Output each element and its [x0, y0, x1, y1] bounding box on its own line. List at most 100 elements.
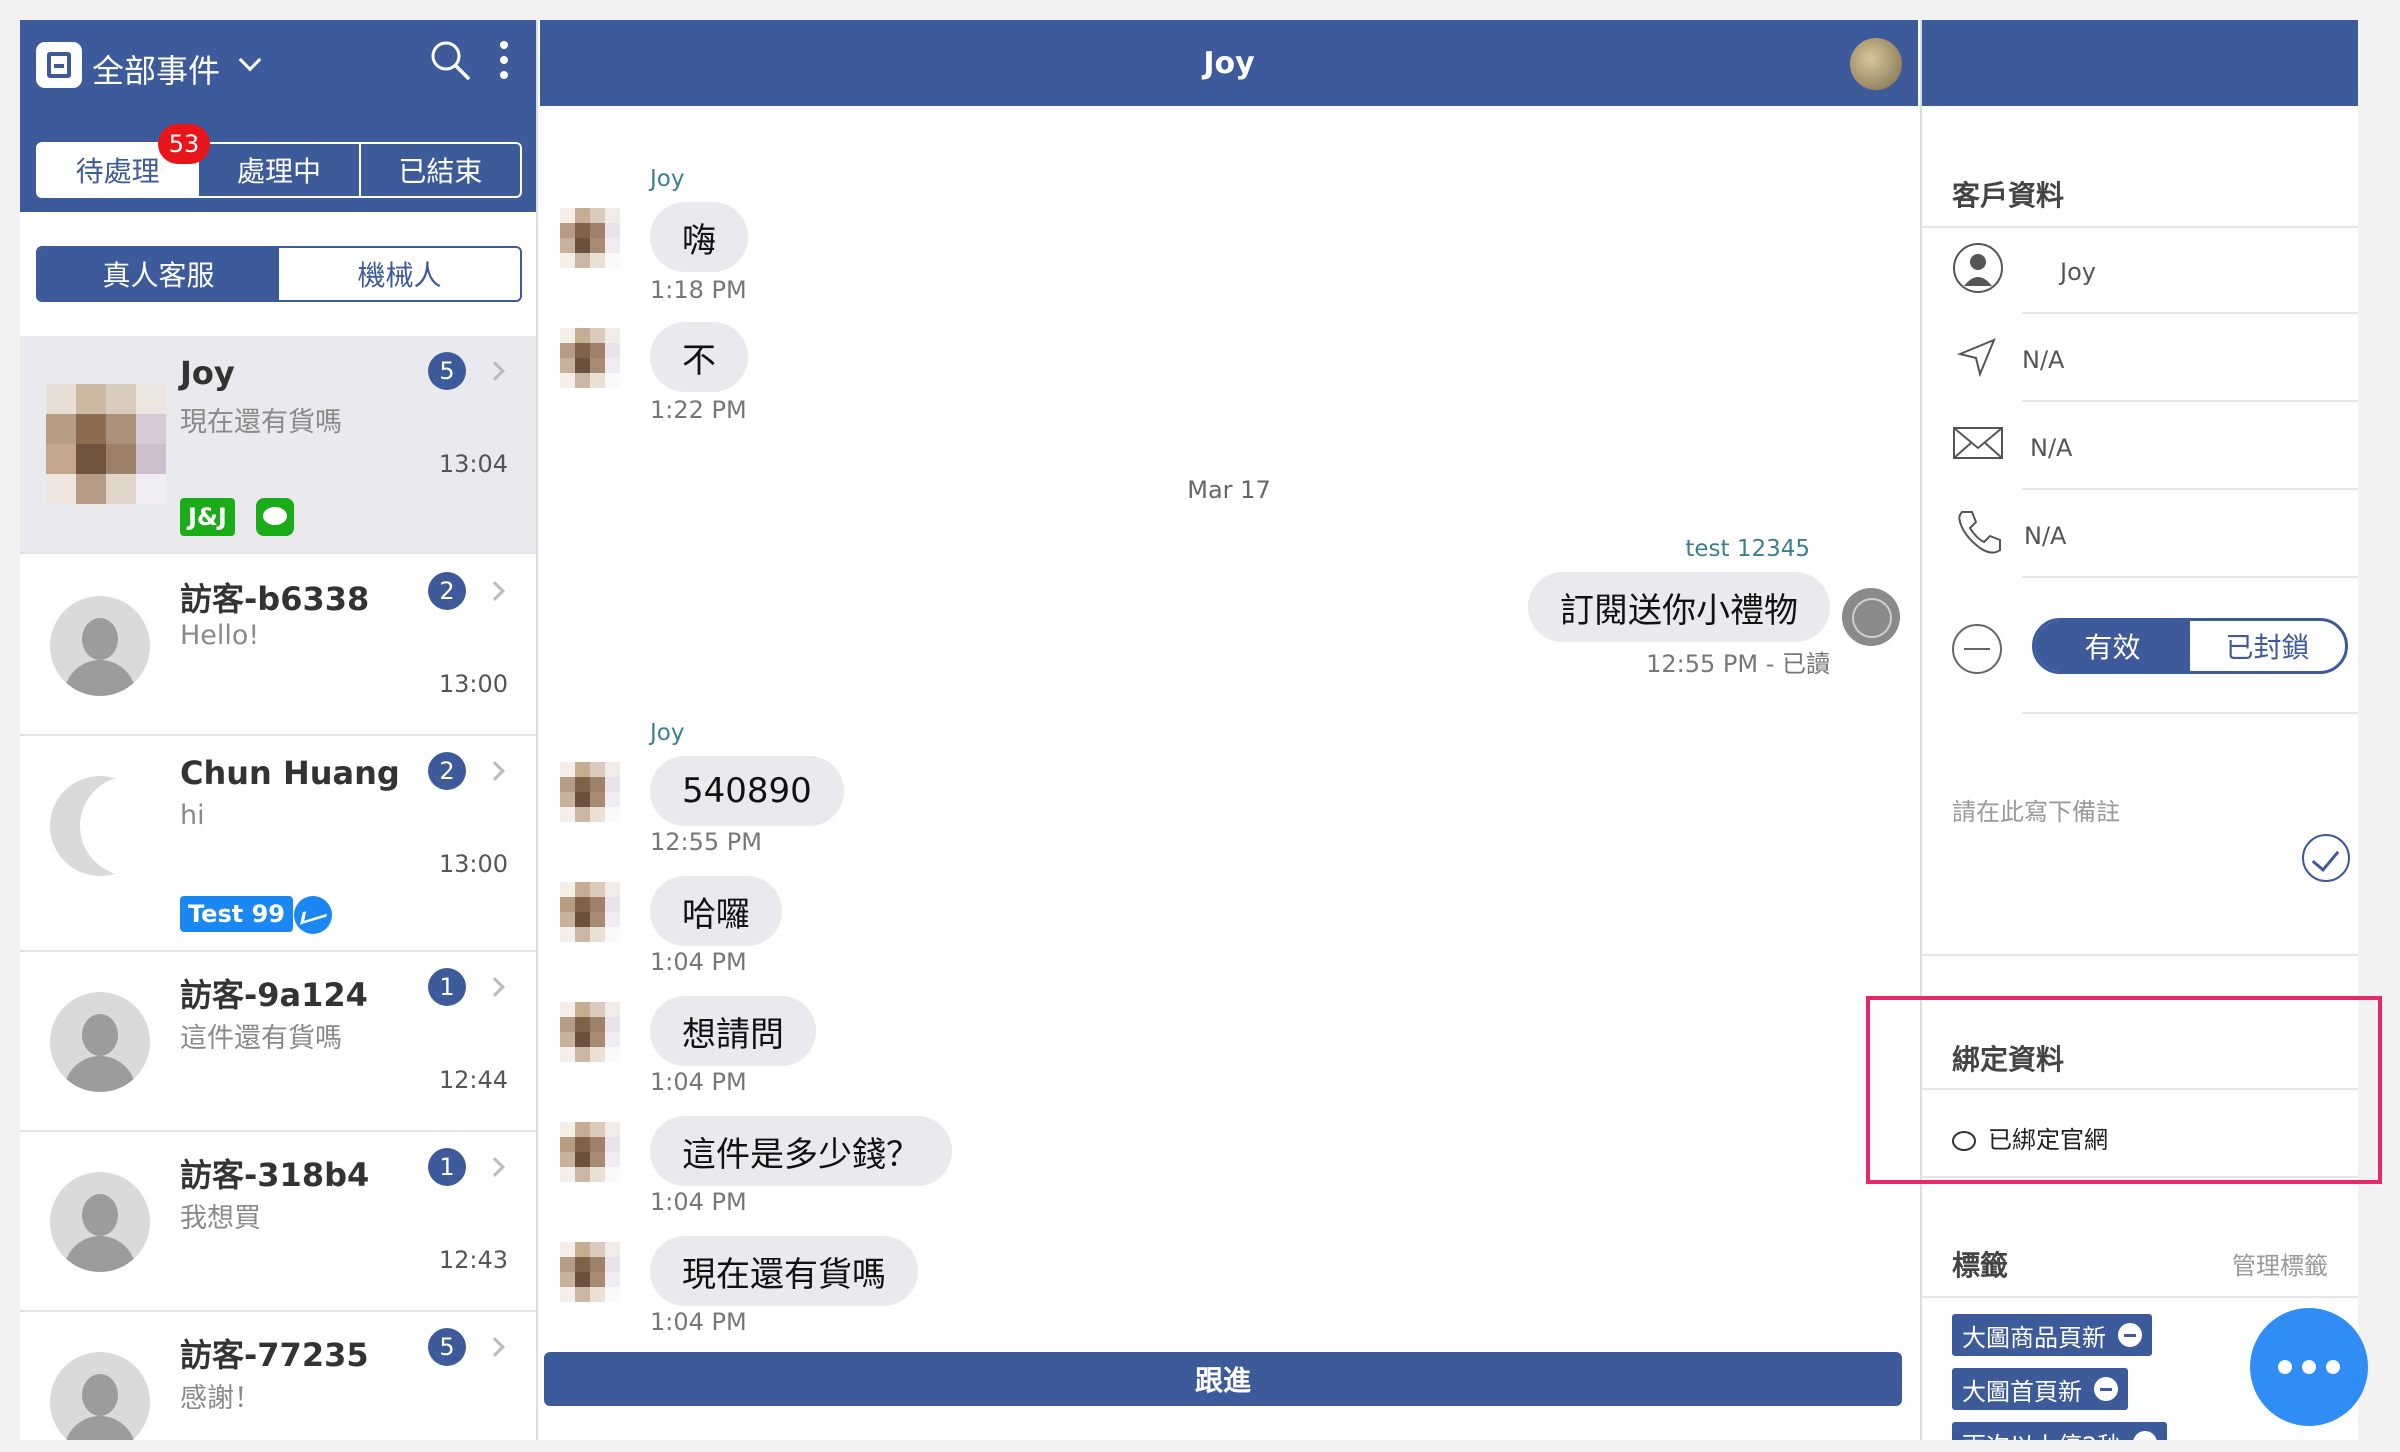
tab-closed[interactable]: 已結束 [361, 144, 520, 196]
message-time: 1:04 PM [650, 1308, 747, 1336]
conversation-time: 13:04 [438, 450, 508, 478]
status-tabs: 待處理 處理中 已結束 [36, 142, 522, 198]
block-minus-icon[interactable] [1952, 624, 2002, 674]
message-time: 1:04 PM [650, 948, 747, 976]
tag-chip: 兩次以上停2秒 [1952, 1422, 2168, 1440]
more-options-icon[interactable] [498, 38, 510, 84]
message-time: 1:04 PM [650, 1068, 747, 1096]
message-list[interactable]: Joy 嗨 1:18 PM 不 1:22 PM Mar 17 test 1234… [540, 106, 1918, 1352]
avatar [560, 1122, 620, 1182]
tags-title: 標籤 [1952, 1249, 2009, 1282]
toggle-blocked[interactable]: 已封鎖 [2190, 621, 2345, 671]
conversation-sidebar: 全部事件 待處理 處理中 已結束 53 真人客服 機械人 Joy 現在還有貨嗎 … [20, 20, 538, 1440]
avatar [560, 762, 620, 822]
sidebar-header: 全部事件 待處理 處理中 已結束 53 [20, 20, 536, 212]
conversation-preview: 感謝！ [180, 1383, 261, 1414]
message-bubble: 嗨 [650, 202, 748, 272]
message-bubble: 540890 [650, 756, 844, 826]
avatar [560, 328, 620, 388]
conversation-item[interactable]: 訪客-b6338 Hello! 13:00 2 [20, 556, 536, 736]
conversation-name: 訪客-77235 [180, 1336, 369, 1374]
unread-count: 2 [428, 752, 466, 790]
chevron-right-icon [485, 361, 505, 381]
chevron-right-icon [485, 1337, 505, 1357]
channel-tag: Test 99 [180, 896, 293, 932]
mail-icon [1953, 427, 2003, 459]
date-separator: Mar 17 [1187, 476, 1271, 504]
chat-widget-button[interactable] [2250, 1308, 2368, 1426]
avatar [50, 1172, 150, 1272]
app-window: 全部事件 待處理 處理中 已結束 53 真人客服 機械人 Joy 現在還有貨嗎 … [20, 20, 2358, 1440]
customer-name: Joy [2060, 258, 2096, 286]
pending-count-badge: 53 [158, 124, 210, 164]
chat-title: Joy [1203, 45, 1255, 81]
customer-email-row: N/A [1952, 404, 2358, 490]
remove-tag-icon[interactable] [2094, 1377, 2118, 1401]
inbox-logo-icon [36, 42, 82, 88]
customer-panel: 客戶資料 Joy N/A N/A N/A 有效 已封鎖 請在此寫下備註 綁定資料… [1920, 20, 2358, 1440]
message-time: 12:55 PM - 已讀 [1646, 650, 1830, 678]
message-bubble: 想請問 [650, 996, 816, 1066]
remove-tag-icon[interactable] [2118, 1323, 2142, 1347]
conversation-preview: 現在還有貨嗎 [180, 407, 342, 438]
message-bubble: 不 [650, 322, 748, 392]
tab-human-agent[interactable]: 真人客服 [38, 248, 279, 300]
avatar [50, 596, 150, 696]
message-time: 12:55 PM [650, 828, 762, 856]
message-time: 1:18 PM [650, 276, 747, 304]
note-placeholder[interactable]: 請在此寫下備註 [1952, 792, 2120, 827]
phone-icon [1958, 511, 2001, 554]
avatar [50, 992, 150, 1092]
avatar [560, 208, 620, 268]
search-icon[interactable] [428, 38, 472, 82]
customer-phone-row: N/A [1952, 492, 2358, 578]
message-time: 1:04 PM [650, 1188, 747, 1216]
message-sender: Joy [650, 720, 685, 746]
chevron-down-icon[interactable] [238, 48, 262, 72]
customer-name-row: Joy [1952, 228, 2358, 314]
line-icon [256, 498, 294, 536]
unread-count: 2 [428, 572, 466, 610]
message-sender: Joy [650, 166, 685, 192]
tag-label: 大圖商品頁新 [1962, 1323, 2106, 1352]
manage-tags-link[interactable]: 管理標籤 [2232, 1246, 2328, 1281]
save-note-check-icon[interactable] [2302, 834, 2350, 882]
unread-count: 1 [428, 1148, 466, 1186]
avatar [46, 384, 166, 504]
user-icon [1953, 243, 2003, 293]
customer-panel-header [1922, 20, 2358, 106]
customer-phone: N/A [2024, 522, 2067, 550]
avatar [50, 776, 150, 876]
bot-avatar [1842, 588, 1900, 646]
message-bubble: 這件是多少錢？ [650, 1116, 952, 1186]
chevron-right-icon [485, 581, 505, 601]
conversation-item[interactable]: Chun Huang hi 13:00 2 Test 99 [20, 736, 536, 952]
chevron-right-icon [485, 977, 505, 997]
message-bubble: 現在還有貨嗎 [650, 1236, 918, 1306]
conversation-item[interactable]: 訪客-318b4 我想買 12:43 1 [20, 1132, 536, 1312]
avatar [50, 1352, 150, 1440]
message-time: 1:22 PM [650, 396, 747, 424]
follow-up-button[interactable]: 跟進 [544, 1352, 1902, 1406]
conversation-time: 12:44 [438, 1066, 508, 1094]
avatar[interactable] [1850, 38, 1902, 90]
conversation-item[interactable]: 訪客-9a124 這件還有貨嗎 12:44 1 [20, 952, 536, 1132]
tab-bot[interactable]: 機械人 [279, 248, 520, 300]
tab-processing[interactable]: 處理中 [199, 144, 361, 196]
conversation-item[interactable]: Joy 現在還有貨嗎 13:04 5 J&J [20, 336, 536, 554]
unread-count: 5 [428, 352, 466, 390]
toggle-active[interactable]: 有效 [2035, 621, 2190, 671]
conversation-list: Joy 現在還有貨嗎 13:04 5 J&J 訪客-b6338 Hello! 1… [20, 336, 536, 1440]
avatar [560, 1002, 620, 1062]
conversation-item[interactable]: 訪客-77235 感謝！ 5 [20, 1312, 536, 1440]
customer-location-row: N/A [1952, 316, 2358, 402]
event-filter-title[interactable]: 全部事件 [92, 46, 220, 92]
highlight-box [1866, 996, 2382, 1184]
chevron-right-icon [485, 1157, 505, 1177]
remove-tag-icon[interactable] [2133, 1431, 2158, 1440]
conversation-name: 訪客-b6338 [180, 580, 370, 618]
avatar [560, 1242, 620, 1302]
chevron-right-icon [485, 761, 505, 781]
unread-count: 1 [428, 968, 466, 1006]
conversation-time: 12:43 [438, 1246, 508, 1274]
